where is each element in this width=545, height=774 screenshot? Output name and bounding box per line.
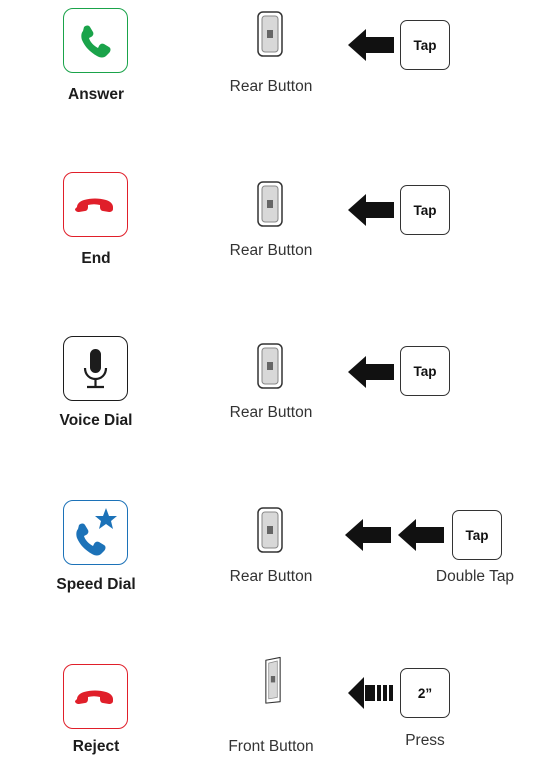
row-reject: Reject Front Button 2” Press <box>0 656 545 774</box>
rear-button-device <box>257 181 283 227</box>
row-voice-dial: Voice Dial Rear Button Tap <box>0 336 545 446</box>
end-label: End <box>81 250 111 267</box>
rear-button-device <box>257 507 283 553</box>
phone-hangup-icon <box>75 198 113 212</box>
tap-button: Tap <box>452 510 502 560</box>
rear-button-device <box>257 11 283 57</box>
reject-call-icon <box>63 664 128 729</box>
speed-dial-icon <box>63 500 128 565</box>
double-tap-caption: Double Tap <box>435 568 515 585</box>
rear-button-device <box>257 343 283 389</box>
voice-dial-label: Voice Dial <box>59 412 133 429</box>
left-arrow-icon <box>348 29 394 61</box>
device-label: Rear Button <box>229 404 313 421</box>
row-end: End Rear Button Tap <box>0 172 545 282</box>
front-button-device <box>265 656 281 704</box>
answer-call-icon <box>63 8 128 73</box>
row-speed-dial: Speed Dial Rear Button Tap Double Tap <box>0 500 545 610</box>
reject-label: Reject <box>72 738 120 755</box>
press-caption: Press <box>405 732 445 749</box>
device-label: Front Button <box>228 738 314 755</box>
phone-star-icon <box>76 508 117 556</box>
voice-dial-icon <box>63 336 128 401</box>
phone-icon <box>81 25 111 58</box>
hold-arrow-icon <box>348 677 393 709</box>
device-label: Rear Button <box>229 78 313 95</box>
tap-button: Tap <box>400 185 450 235</box>
device-label: Rear Button <box>229 568 313 585</box>
press-duration-button: 2” <box>400 668 450 718</box>
row-answer: Answer Rear Button Tap <box>0 8 545 118</box>
tap-button: Tap <box>400 346 450 396</box>
left-arrow-icon <box>345 519 391 551</box>
speed-dial-label: Speed Dial <box>56 576 136 593</box>
device-label: Rear Button <box>229 242 313 259</box>
left-arrow-icon <box>348 356 394 388</box>
left-arrow-icon <box>348 194 394 226</box>
microphone-icon <box>83 349 108 389</box>
tap-button: Tap <box>400 20 450 70</box>
left-arrow-icon <box>398 519 444 551</box>
answer-label: Answer <box>68 86 124 103</box>
end-call-icon <box>63 172 128 237</box>
phone-hangup-icon <box>75 690 113 704</box>
